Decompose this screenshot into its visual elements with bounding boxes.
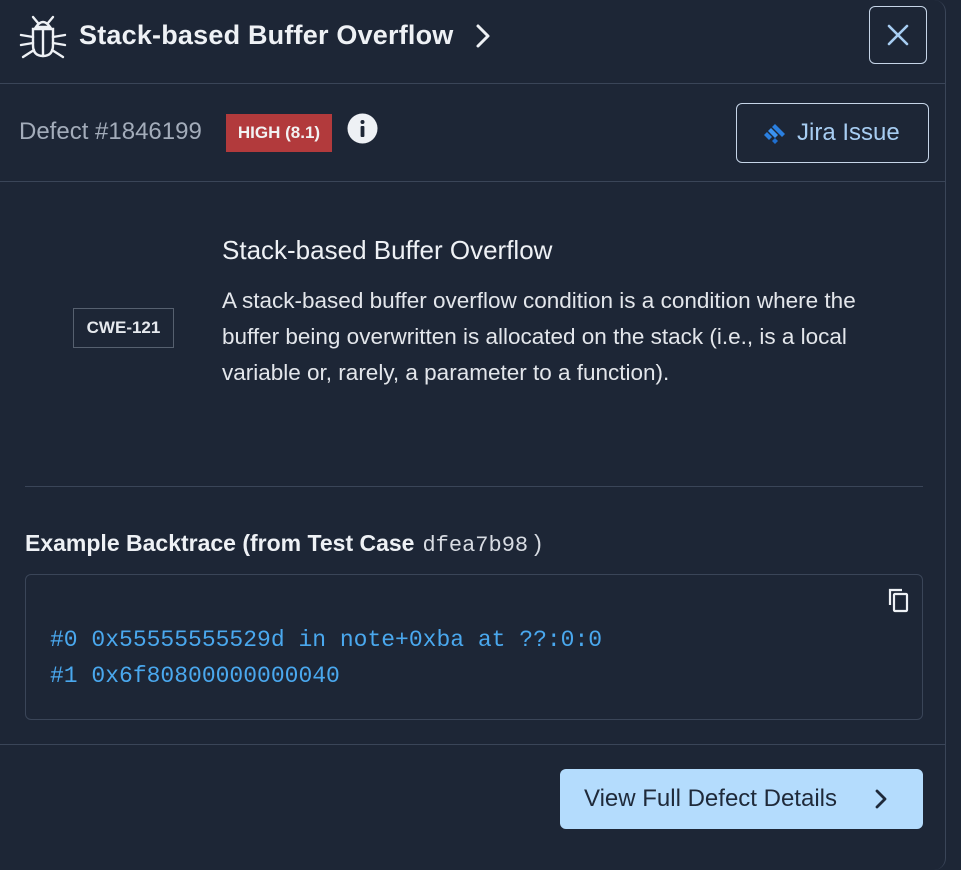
backtrace-title-close: ) (534, 530, 542, 556)
backtrace-line: #1 0x6f80800000000040 (50, 663, 340, 689)
cwe-badge: CWE-121 (73, 308, 174, 348)
backtrace-line: #0 0x55555555529d in note+0xba at ??:0:0 (50, 627, 603, 653)
cwe-title: Stack-based Buffer Overflow (222, 235, 553, 265)
bug-icon (19, 15, 67, 59)
defect-id: Defect #1846199 (19, 118, 202, 145)
jira-issue-button[interactable]: Jira Issue (736, 103, 929, 163)
cwe-description: A stack-based buffer overflow condition … (222, 288, 856, 385)
panel-header: Stack-based Buffer Overflow (0, 0, 946, 84)
backtrace-title: Example Backtrace (from Test Case (25, 530, 415, 556)
close-icon (887, 24, 909, 46)
copy-icon[interactable] (886, 587, 910, 613)
jira-icon (764, 124, 785, 144)
defect-summary-row: Defect #1846199 HIGH (8.1) Jira Issue (0, 84, 946, 182)
page-title[interactable]: Stack-based Buffer Overflow (79, 16, 454, 54)
footer-divider (0, 744, 946, 745)
close-button[interactable] (869, 6, 927, 64)
backtrace-heading: Example Backtrace (from Test Case dfea7b9… (25, 527, 542, 562)
backtrace-code-block: #0 0x55555555529d in note+0xba at ??:0:0… (25, 574, 923, 720)
section-divider (25, 486, 923, 487)
test-case-id: dfea7b98 (422, 533, 529, 558)
info-icon[interactable] (347, 113, 378, 144)
chevron-right-icon[interactable] (472, 23, 494, 49)
chevron-right-icon (875, 789, 887, 809)
jira-issue-label: Jira Issue (797, 119, 900, 146)
defect-panel: Stack-based Buffer Overflow Defect #1846… (0, 0, 946, 870)
severity-badge: HIGH (8.1) (226, 114, 332, 152)
view-full-defect-details-button[interactable]: View Full Defect Details (560, 769, 923, 829)
view-full-defect-details-label: View Full Defect Details (584, 785, 837, 812)
